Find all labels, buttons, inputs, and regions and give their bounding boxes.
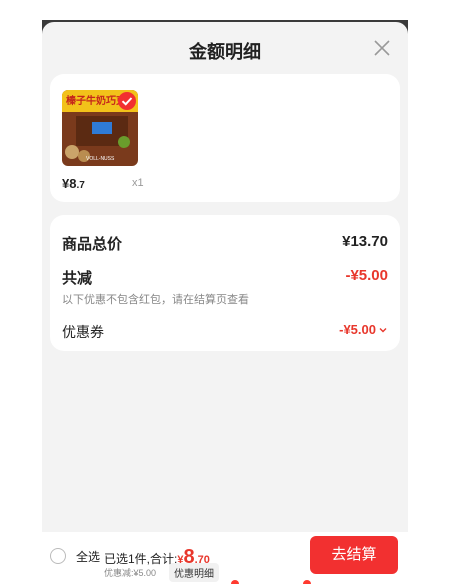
product-card: 榛子牛奶巧克力 VOLL-NUSS ¥8.7 x1: [50, 74, 400, 202]
coupon-label: 优惠券: [62, 324, 104, 340]
reduce-note: 以下优惠不包含红包，请在结算页查看: [62, 294, 249, 306]
reduce-value: -¥5.00: [345, 267, 388, 284]
chevron-down-icon: [379, 327, 387, 332]
sheet-title: 金额明细: [189, 42, 261, 62]
sheet-header: 金额明细: [42, 22, 408, 78]
product-quantity: x1: [132, 177, 144, 189]
red-mark: [231, 580, 239, 584]
select-all-radio[interactable]: [50, 548, 66, 564]
checkout-bar: 全选 已选1件,合计:¥8.70 优惠减:¥5.00 优惠明细 去结算: [42, 532, 408, 584]
product-image-subtitle: VOLL-NUSS: [86, 156, 115, 162]
product-price: ¥8.7: [62, 176, 85, 191]
close-icon[interactable]: [372, 38, 392, 58]
total-label: 商品总价: [62, 236, 123, 253]
select-all-label[interactable]: 全选: [76, 548, 100, 565]
checkout-button[interactable]: 去结算: [310, 536, 398, 574]
bottom-edge-marks: [0, 580, 470, 584]
amount-detail-sheet: 金额明细 榛子牛奶巧克力 VOLL-NUSS ¥8.7 x1 商品总价 ¥13.…: [42, 22, 408, 584]
red-mark: [303, 580, 311, 584]
reduce-label: 共减: [62, 270, 93, 287]
discount-text: 优惠减:¥5.00: [104, 568, 157, 578]
check-icon: [118, 92, 136, 110]
total-value: ¥13.70: [342, 233, 388, 250]
summary-card: 商品总价 ¥13.70 共减 -¥5.00 以下优惠不包含红包，请在结算页查看 …: [50, 215, 400, 351]
coupon-dropdown[interactable]: -¥5.00: [339, 322, 388, 337]
coupon-value: -¥5.00: [339, 322, 376, 337]
